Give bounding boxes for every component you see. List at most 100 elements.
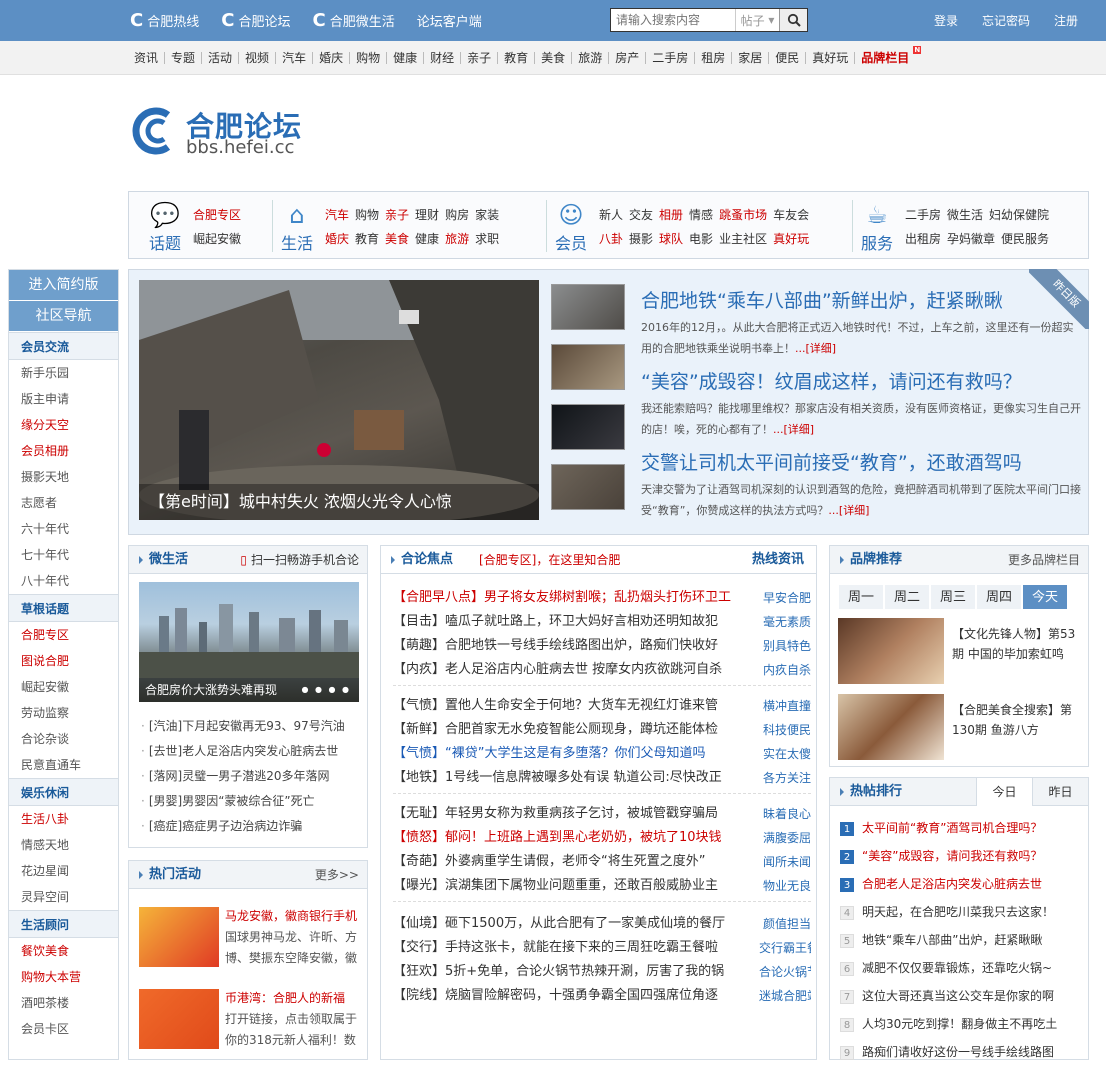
- category-link[interactable]: 业主社区: [719, 232, 767, 246]
- focus-tag-link[interactable]: 交行霸王餐: [759, 936, 811, 960]
- activity-title[interactable]: 马龙安徽，徽商银行手机: [225, 907, 357, 924]
- forgot-password-link[interactable]: 忘记密码: [982, 12, 1030, 29]
- nav-item[interactable]: 汽车: [276, 52, 314, 64]
- site-logo[interactable]: 合肥论坛 bbs.hefei.cc: [128, 103, 328, 163]
- activity-title[interactable]: 币港湾：合肥人的新福: [225, 989, 345, 1006]
- focus-tag-link[interactable]: 合论火锅节: [759, 960, 811, 984]
- focus-tag-link[interactable]: 满腹委屈: [759, 826, 811, 850]
- hot-post-title[interactable]: 减肥不仅仅要靠锻炼，还靠吃火锅~: [862, 961, 1052, 975]
- details-link[interactable]: ...[详细]: [773, 423, 814, 436]
- category-link[interactable]: 婚庆: [325, 232, 349, 246]
- tab-today[interactable]: 今日: [976, 778, 1032, 806]
- category-link[interactable]: 妇幼保健院: [989, 208, 1049, 222]
- sidebar-section-title[interactable]: 娱乐休闲: [9, 778, 118, 806]
- nav-item[interactable]: 旅游: [572, 52, 610, 64]
- nav-item[interactable]: 便民: [769, 52, 807, 64]
- nav-item[interactable]: 美食: [535, 52, 573, 64]
- nav-item[interactable]: 亲子: [461, 52, 499, 64]
- focus-tag-link[interactable]: 物业无良: [759, 874, 811, 898]
- thumbnail[interactable]: [551, 284, 625, 330]
- details-link[interactable]: ...[详细]: [828, 504, 869, 517]
- category-link[interactable]: 美食: [385, 232, 409, 246]
- yesterday-edition-ribbon[interactable]: 昨日版: [1029, 269, 1089, 329]
- nav-item[interactable]: 购物: [350, 52, 388, 64]
- list-item[interactable]: [去世]老人足浴店内突发心脏病去世: [141, 739, 345, 764]
- category-link[interactable]: 理财: [415, 208, 439, 222]
- nav-item[interactable]: 财经: [424, 52, 462, 64]
- hot-post-item[interactable]: 9 路痴们请收好这份一号线手绘线路图: [840, 1038, 1080, 1066]
- nav-item[interactable]: 专题: [165, 52, 203, 64]
- sidebar-section-title[interactable]: 草根话题: [9, 594, 118, 622]
- nav-item[interactable]: 资讯: [128, 52, 166, 64]
- hot-post-item[interactable]: 6 减肥不仅仅要靠锻炼，还靠吃火锅~: [840, 954, 1080, 982]
- weekday-tab[interactable]: 周一: [838, 584, 884, 610]
- sidebar-item[interactable]: 版主申请: [9, 386, 118, 412]
- top-link-weishenghuo[interactable]: C 合肥微生活: [312, 10, 394, 31]
- sidebar-item[interactable]: 崛起安徽: [9, 674, 118, 700]
- category-link[interactable]: 购房: [445, 208, 469, 222]
- nav-item[interactable]: 婚庆: [313, 52, 351, 64]
- top-link-client[interactable]: 论坛客户端: [417, 11, 482, 30]
- focus-tag-link[interactable]: 实在太傻: [759, 742, 811, 766]
- sidebar-item[interactable]: 劳动监察: [9, 700, 118, 726]
- tab-focus[interactable]: 合论焦点: [391, 546, 453, 574]
- list-item[interactable]: [汽油]下月起安徽再无93、97号汽油: [141, 714, 345, 739]
- featured-headline[interactable]: 合肥地铁“乘车八部曲”新鲜出炉，赶紧瞅瞅: [641, 286, 1081, 313]
- thumbnail[interactable]: [551, 344, 625, 390]
- list-item[interactable]: [落网]灵璧一男子潜逃20多年落网: [141, 764, 345, 789]
- focus-tag-link[interactable]: 闻所未闻: [759, 850, 811, 874]
- sidebar-item[interactable]: 七十年代: [9, 542, 118, 568]
- list-item[interactable]: [男婴]男婴因“蒙被综合征”死亡: [141, 789, 345, 814]
- sidebar-item[interactable]: 情感天地: [9, 832, 118, 858]
- category-icon-block[interactable]: ☺ 会员: [549, 200, 593, 254]
- category-icon-block[interactable]: ☕ 服务: [855, 200, 899, 254]
- mobile-qr-link[interactable]: ▯ 扫一扫畅游手机合论: [240, 546, 359, 574]
- hot-post-title[interactable]: 人均30元吃到撑！翻身做主不再吃土: [862, 1017, 1057, 1031]
- nav-item[interactable]: 教育: [498, 52, 536, 64]
- activity-image[interactable]: [139, 907, 219, 967]
- sidebar-item[interactable]: 图说合肥: [9, 648, 118, 674]
- category-icon-block[interactable]: ⌂ 生活: [275, 200, 319, 254]
- focus-headline[interactable]: 【愤怒】郁闷！上班路上遇到黑心老奶奶，被坑了10块钱: [393, 826, 745, 850]
- category-link[interactable]: 购物: [355, 208, 379, 222]
- sidebar-item[interactable]: 花边星闻: [9, 858, 118, 884]
- activity-item[interactable]: 马龙安徽，徽商银行手机 国球男神马龙、许昕、方博、樊振东空降安徽，徽: [139, 907, 361, 977]
- nav-item[interactable]: 活动: [202, 52, 240, 64]
- focus-headline[interactable]: 【院线】烧脑冒险解密码，十强勇争霸全国四强席位角逐: [393, 984, 745, 1008]
- search-type-select[interactable]: 帖子 ▾: [735, 9, 779, 31]
- panel-title[interactable]: 品牌推荐: [840, 546, 902, 574]
- hot-post-item[interactable]: 5 地铁“乘车八部曲”出炉，赶紧瞅瞅: [840, 926, 1080, 954]
- hot-post-item[interactable]: 1 太平间前“教育”酒驾司机合理吗？: [840, 814, 1080, 842]
- focus-headline[interactable]: 【气愤】“裸贷”大学生这是有多堕落？你们父母知道吗: [393, 742, 745, 766]
- category-link[interactable]: 车友会: [773, 208, 809, 222]
- focus-headline[interactable]: 【地铁】1号线一信息牌被曝多处有误 轨道公司:尽快改正: [393, 766, 745, 790]
- sidebar-section-title[interactable]: 会员交流: [9, 332, 118, 360]
- more-brand-link[interactable]: 更多品牌栏目: [1008, 546, 1080, 574]
- focus-tag-link[interactable]: 早安合肥: [759, 586, 811, 610]
- details-link[interactable]: ...[详细]: [795, 342, 836, 355]
- nav-item[interactable]: 房产: [609, 52, 647, 64]
- hot-post-item[interactable]: 2 “美容”成毁容，请问我还有救吗？: [840, 842, 1080, 870]
- sidebar-item[interactable]: 灵异空间: [9, 884, 118, 910]
- focus-headline[interactable]: 【仙境】砸下1500万，从此合肥有了一家美成仙境的餐厅: [393, 912, 745, 936]
- featured-headline[interactable]: 交警让司机太平间前接受“教育”，还敢酒驾吗: [641, 448, 1081, 475]
- category-link[interactable]: 旅游: [445, 232, 469, 246]
- hot-post-title[interactable]: 太平间前“教育”酒驾司机合理吗？: [862, 821, 1042, 835]
- thumbnail[interactable]: [551, 464, 625, 510]
- focus-tag-link[interactable]: 内疚自杀: [759, 658, 811, 682]
- hot-post-title[interactable]: 明天起，在合肥吃川菜我只去这家！: [862, 905, 1054, 919]
- sidebar-item[interactable]: 餐饮美食: [9, 938, 118, 964]
- sidebar-item[interactable]: 新手乐园: [9, 360, 118, 386]
- simple-version-button[interactable]: 进入简约版: [9, 270, 118, 301]
- weekday-tab[interactable]: 周三: [930, 584, 976, 610]
- nav-item[interactable]: 健康: [387, 52, 425, 64]
- category-link[interactable]: 汽车: [325, 208, 349, 222]
- category-link[interactable]: 交友: [629, 208, 653, 222]
- category-link[interactable]: 崛起安徽: [193, 232, 241, 246]
- category-icon-block[interactable]: 💬 话题: [143, 200, 187, 254]
- tab-hotline-news[interactable]: 热线资讯: [752, 546, 804, 574]
- focus-tag-link[interactable]: 颜值担当: [759, 912, 811, 936]
- focus-tag-link[interactable]: 毫无素质: [759, 610, 811, 634]
- sidebar-item[interactable]: 购物大本营: [9, 964, 118, 990]
- category-link[interactable]: 出租房: [905, 232, 941, 246]
